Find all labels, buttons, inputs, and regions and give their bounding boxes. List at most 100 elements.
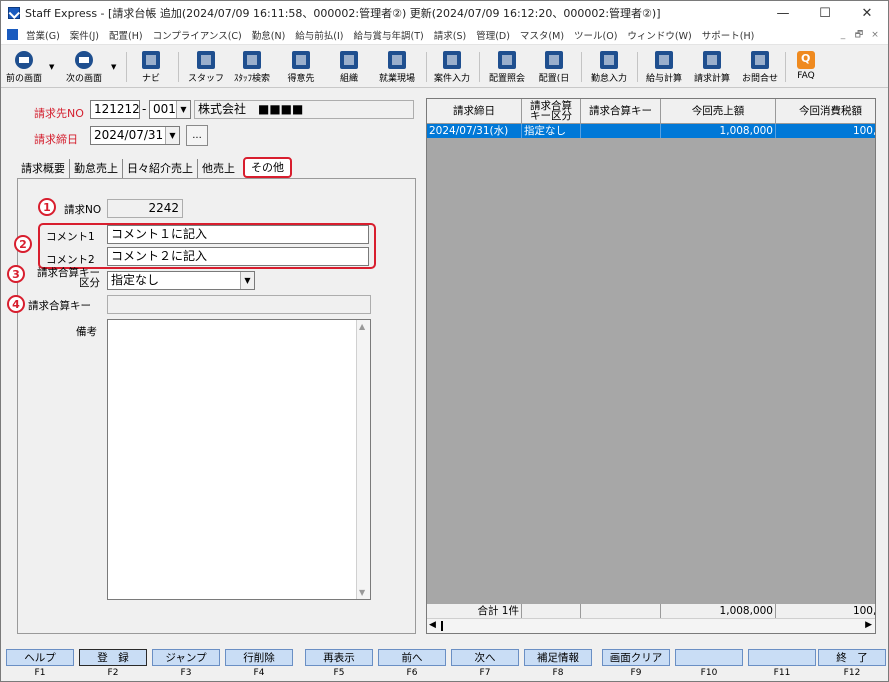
scroll-right-icon[interactable]: ▶ <box>865 620 872 630</box>
next-button[interactable]: 次へ <box>451 649 519 666</box>
chevron-down-icon[interactable]: ▼ <box>240 272 254 289</box>
staff-button[interactable]: スタッフ <box>187 48 225 86</box>
mdi-app-icon[interactable] <box>7 29 18 40</box>
tab-invoice-summary[interactable]: 請求概要 <box>17 159 70 178</box>
site-label: 就業現場 <box>378 74 415 84</box>
menu-advance-pay[interactable]: 給与前払(I) <box>290 28 348 42</box>
help-button[interactable]: ヘルプ <box>6 649 74 666</box>
closing-date-select[interactable]: 2024/07/31 ▼ <box>90 126 180 145</box>
combine-type-value: 指定なし <box>111 273 160 287</box>
remarks-scrollbar[interactable]: ▲ ▼ <box>356 320 370 599</box>
back-dropdown-icon[interactable]: ▼ <box>49 63 54 71</box>
prev-button[interactable]: 前へ <box>378 649 446 666</box>
navi-button[interactable]: ナビ <box>136 48 166 86</box>
assign-day-label: 配置(日 <box>538 74 570 84</box>
menu-assign[interactable]: 配置(H) <box>104 28 148 42</box>
case-input-button[interactable]: 案件入力 <box>429 48 475 86</box>
staff-search-button[interactable]: ｽﾀｯﾌ検索 <box>229 48 275 86</box>
callout-badge-3: 3 <box>7 265 25 283</box>
jump-button[interactable]: ジャンプ <box>152 649 220 666</box>
menu-tools[interactable]: ツール(O) <box>569 28 622 42</box>
org-button[interactable]: 組織 <box>331 48 367 86</box>
contact-button[interactable]: お問合せ <box>737 48 783 86</box>
combine-type-select[interactable]: 指定なし ▼ <box>107 271 255 290</box>
client-name-field: 株式会社 ■■■■ <box>194 100 414 119</box>
toolbar-separator <box>581 52 582 82</box>
window-title: Staff Express - [請求台帳 追加(2024/07/09 16:1… <box>25 7 661 20</box>
tab-daily-referral-sales[interactable]: 日々紹介売上 <box>123 159 198 178</box>
back-button[interactable]: 前の画面 <box>3 48 45 86</box>
mdi-close-button[interactable]: × <box>868 28 882 41</box>
client-no-input[interactable]: 121212 <box>90 100 140 119</box>
combine-key-field <box>107 295 371 314</box>
col-combine-type[interactable]: 請求合算キー区分 <box>522 99 581 124</box>
mdi-minimize-button[interactable]: _ <box>836 28 850 41</box>
register-button[interactable]: 登 録 <box>79 649 147 666</box>
other-tab-panel: 1 請求NO 2242 2 コメント1 コメント１に記入 コメント2 コメント２… <box>7 178 416 634</box>
menu-invoice[interactable]: 請求(S) <box>429 28 471 42</box>
menu-salary[interactable]: 給与賞与年調(T) <box>349 28 429 42</box>
scroll-left-icon[interactable]: ◀ <box>429 620 436 630</box>
toolbar-separator <box>479 52 480 82</box>
col-tax-amount[interactable]: 今回消費税額 <box>776 99 875 124</box>
maximize-button[interactable]: ☐ <box>804 1 846 25</box>
f10-button[interactable] <box>675 649 743 666</box>
menu-window[interactable]: ウィンドウ(W) <box>622 28 696 42</box>
comment2-input[interactable]: コメント２に記入 <box>107 247 369 266</box>
chevron-down-icon[interactable]: ▼ <box>176 101 190 118</box>
f11-button[interactable] <box>748 649 816 666</box>
attendance-input-button[interactable]: 勤怠入力 <box>585 48 633 86</box>
comment1-input[interactable]: コメント１に記入 <box>107 225 369 244</box>
minimize-button[interactable]: — <box>762 1 804 25</box>
menu-sales[interactable]: 営業(G) <box>21 28 65 42</box>
invoice-no-label: 請求NO <box>64 204 102 216</box>
supplement-info-button[interactable]: 補足情報 <box>524 649 592 666</box>
col-closing-date[interactable]: 請求締日 <box>427 99 522 124</box>
tab-other[interactable]: その他 <box>243 157 292 178</box>
footer-empty <box>522 604 581 618</box>
closing-date-value: 2024/07/31 <box>94 128 164 142</box>
client-icon <box>292 51 310 69</box>
staff-label: スタッフ <box>187 74 224 84</box>
grid-horizontal-scrollbar[interactable]: ◀ ▶ <box>427 618 875 633</box>
tab-other-sales[interactable]: 他売上 <box>198 159 239 178</box>
col-combine-key[interactable]: 請求合算キー <box>581 99 661 124</box>
mdi-restore-button[interactable]: 🗗 <box>852 28 866 41</box>
toolbar-separator <box>126 52 127 82</box>
faq-button[interactable]: FAQ <box>791 48 821 86</box>
date-picker-button[interactable]: ... <box>186 125 208 146</box>
menu-attendance[interactable]: 勤怠(N) <box>247 28 291 42</box>
scroll-down-icon[interactable]: ▼ <box>359 588 365 597</box>
col-sales-amount[interactable]: 今回売上額 <box>661 99 776 124</box>
delete-row-button[interactable]: 行削除 <box>225 649 293 666</box>
toolbar-separator <box>426 52 427 82</box>
table-row[interactable]: 2024/07/31(水) 指定なし 1,008,000 100,8 <box>427 124 875 138</box>
assign-day-button[interactable]: 配置(日 <box>533 48 575 86</box>
remarks-textarea[interactable]: ▲ ▼ <box>107 319 371 600</box>
client-button[interactable]: 得意先 <box>281 48 321 86</box>
close-button[interactable]: ✕ <box>846 1 888 25</box>
scroll-up-icon[interactable]: ▲ <box>359 322 365 331</box>
assign-day-icon <box>545 51 563 69</box>
menu-case[interactable]: 案件(J) <box>65 28 104 42</box>
assign-inquiry-button[interactable]: 配置照会 <box>483 48 531 86</box>
invoice-calc-button[interactable]: 請求計算 <box>689 48 735 86</box>
menu-support[interactable]: サポート(H) <box>697 28 760 42</box>
menu-admin[interactable]: 管理(D) <box>471 28 515 42</box>
forward-button[interactable]: 次の画面 <box>61 48 107 86</box>
site-button[interactable]: 就業現場 <box>373 48 421 86</box>
comment2-label: コメント2 <box>46 254 95 266</box>
salary-calc-button[interactable]: 給与計算 <box>641 48 687 86</box>
chevron-down-icon[interactable]: ▼ <box>165 127 179 144</box>
menu-compliance[interactable]: コンプライアンス(C) <box>148 28 247 42</box>
menu-master[interactable]: マスタ(M) <box>515 28 569 42</box>
fkey-f7: 次へ F7 <box>451 649 519 678</box>
branch-no-select[interactable]: 001 ▼ <box>149 100 191 119</box>
forward-dropdown-icon[interactable]: ▼ <box>111 63 116 71</box>
exit-button[interactable]: 終 了 <box>818 649 886 666</box>
scroll-thumb[interactable] <box>441 621 443 631</box>
salary-calc-icon <box>655 51 673 69</box>
refresh-button[interactable]: 再表示 <box>305 649 373 666</box>
tab-attendance-sales[interactable]: 勤怠売上 <box>70 159 123 178</box>
clear-screen-button[interactable]: 画面クリア <box>602 649 670 666</box>
